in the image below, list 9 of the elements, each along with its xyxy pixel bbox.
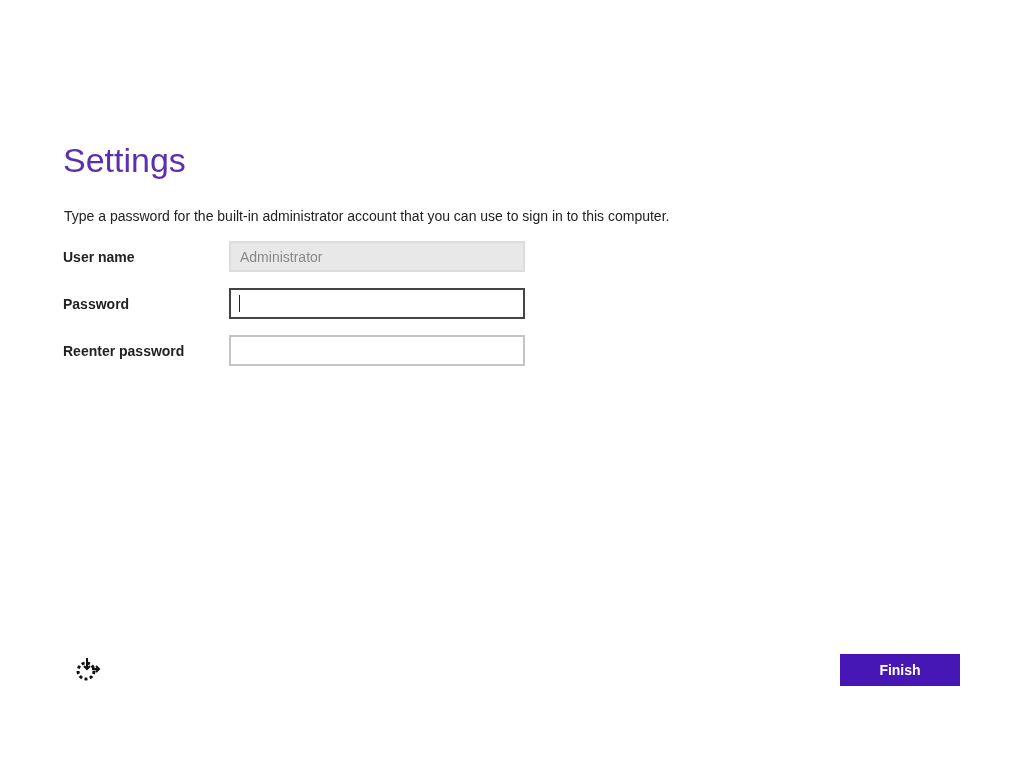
field-label: User name	[63, 248, 136, 265]
finish-button[interactable]: Finish	[840, 654, 960, 686]
field-label: Password	[63, 295, 131, 312]
page-title: Settings	[63, 140, 187, 181]
instruction-text: Type a password for the built-in administrator account that you can use to sign in to this computer.	[64, 208, 671, 224]
text-field[interactable]	[229, 288, 525, 319]
field-label: Reenter password	[63, 342, 186, 359]
text-cursor	[239, 295, 240, 312]
ease-of-access-icon[interactable]	[75, 657, 101, 683]
